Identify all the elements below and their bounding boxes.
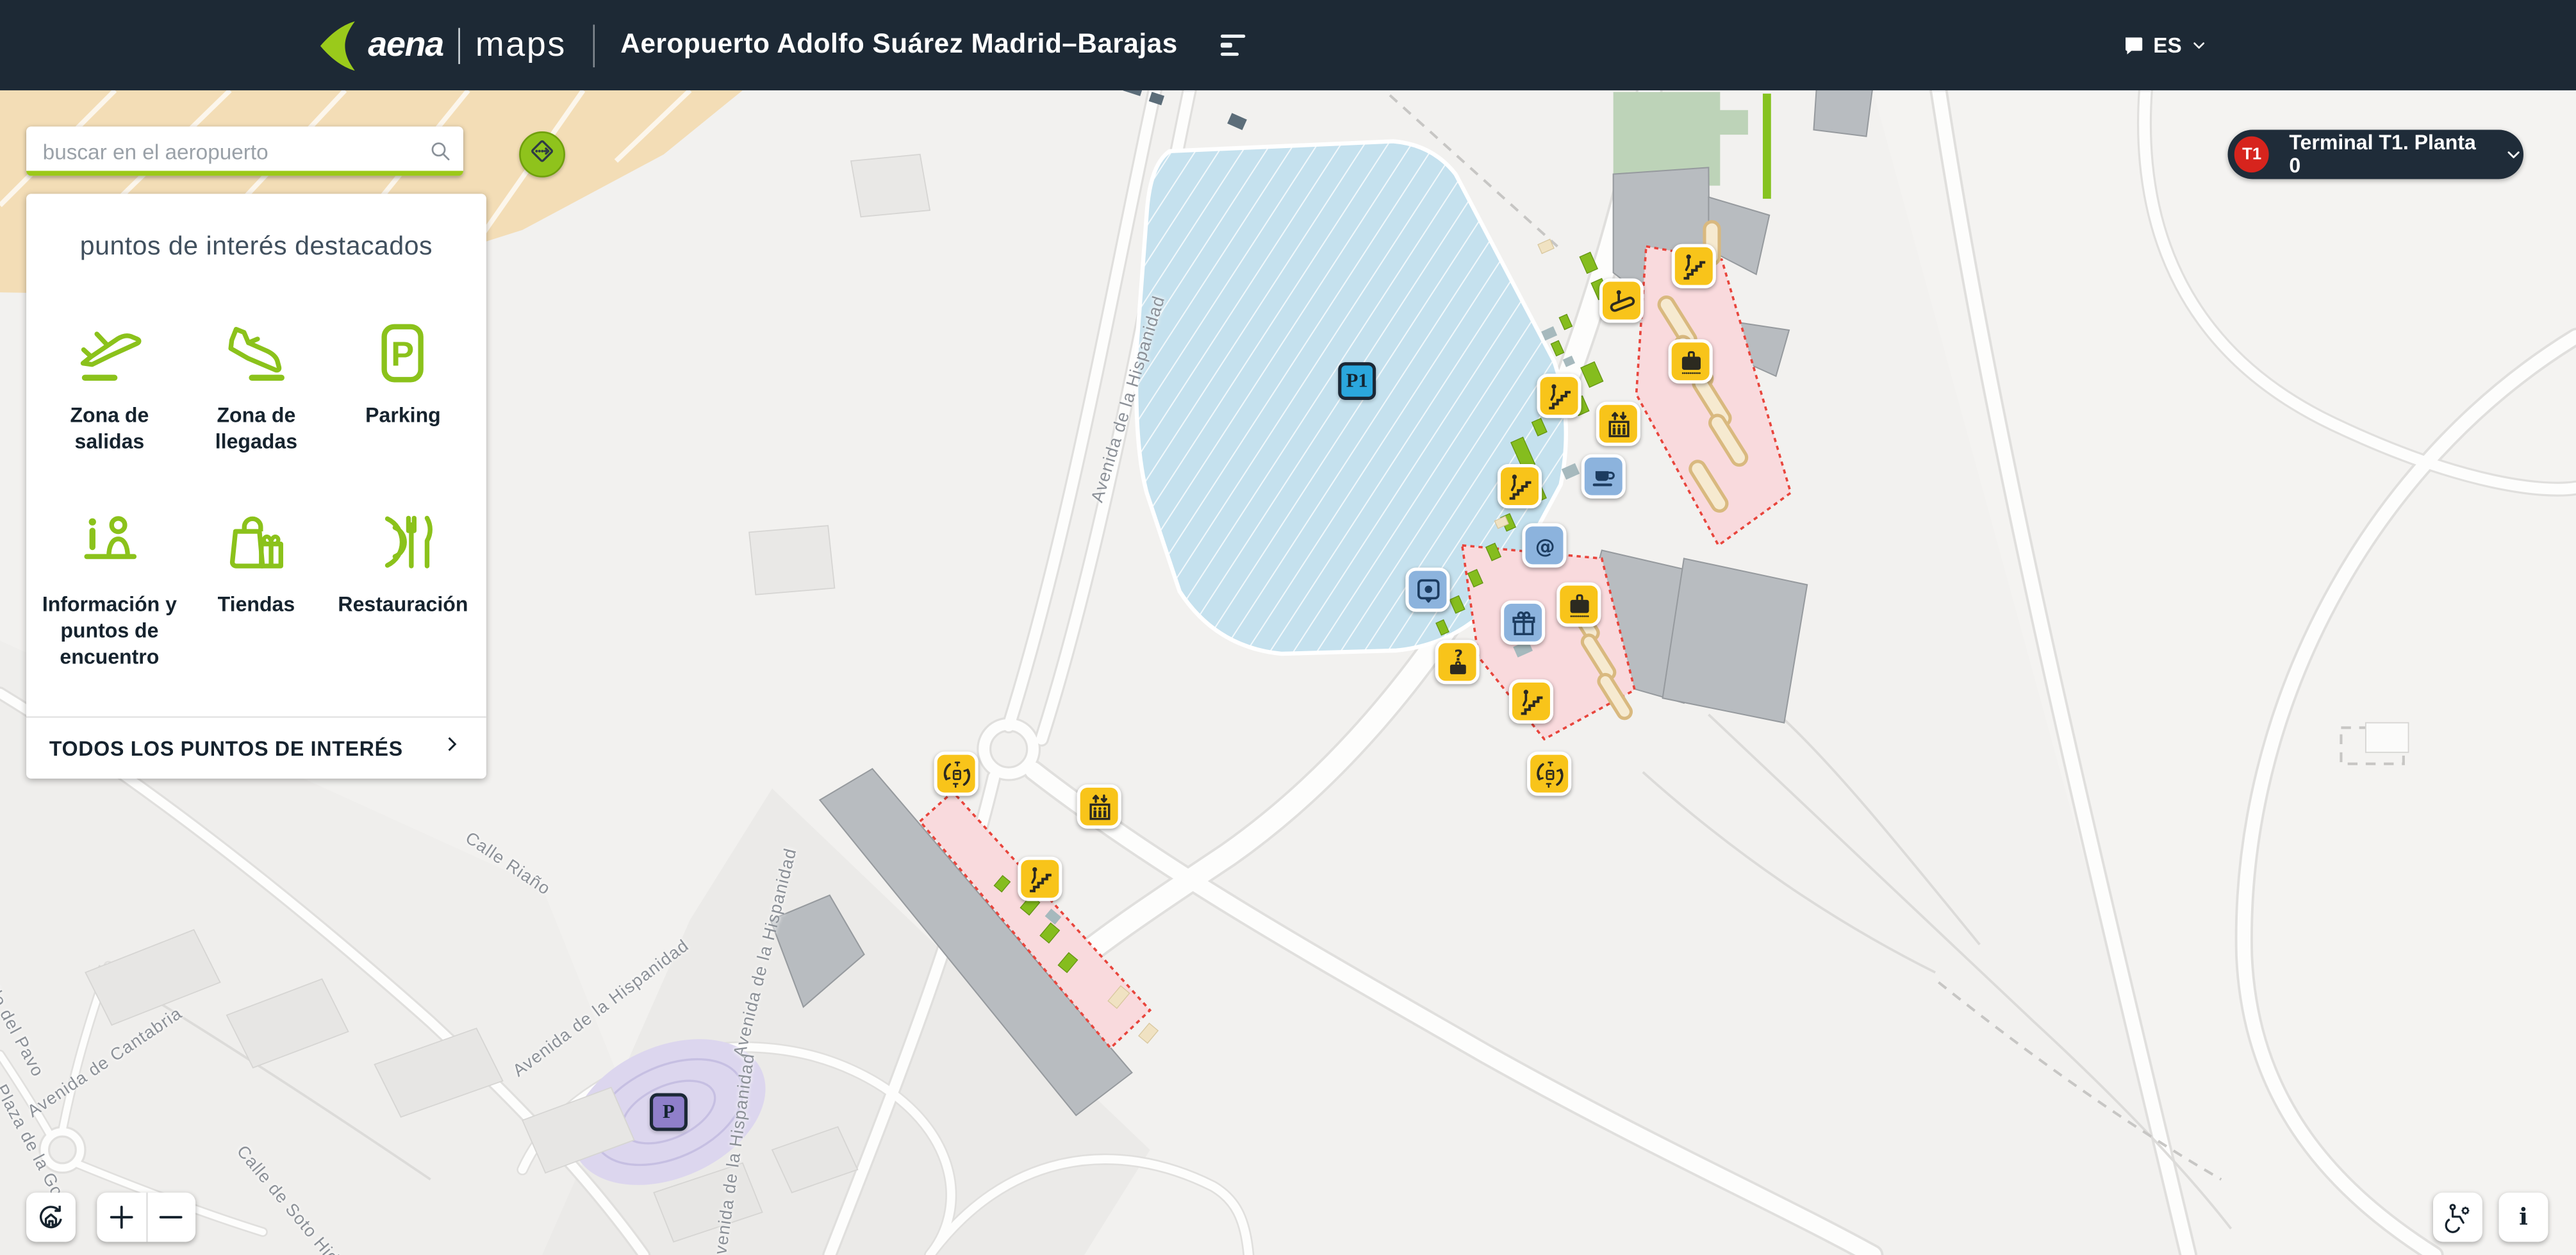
poi-panel: puntos de interés destacados Zona de sal… <box>26 194 486 779</box>
map-marker-baggage-icon[interactable] <box>1556 582 1601 627</box>
home-reset-icon <box>35 1201 67 1233</box>
svg-text:i: i <box>2519 1203 2528 1231</box>
map-marker-elevator-icon[interactable] <box>1077 784 1121 829</box>
all-poi-link[interactable]: TODOS LOS PUNTOS DE INTERÉS <box>26 716 486 778</box>
poi-item-shops[interactable]: Tiendas <box>183 504 329 670</box>
speech-bubble-icon <box>2125 37 2142 54</box>
map-marker-elevator-icon[interactable] <box>1596 401 1640 446</box>
language-selector[interactable]: ES <box>2120 0 2208 90</box>
map-marker-escalator-icon[interactable] <box>1599 278 1644 323</box>
info-icon: i <box>2507 1201 2539 1233</box>
map-marker-stairs-icon[interactable] <box>1497 463 1542 509</box>
reset-view-button[interactable] <box>26 1192 76 1242</box>
plane-departure-icon <box>72 315 147 391</box>
poi-item-restaurants[interactable]: Restauración <box>329 504 476 670</box>
accessibility-button[interactable] <box>2432 1192 2482 1242</box>
map-marker-stairs-icon[interactable] <box>1018 856 1062 901</box>
brand-divider <box>458 27 461 63</box>
zoom-control <box>97 1192 196 1242</box>
aena-maps-logo[interactable]: aena maps <box>318 19 566 71</box>
map-marker-shuttle-icon[interactable] <box>1527 751 1572 796</box>
plus-icon <box>104 1201 137 1233</box>
language-code: ES <box>2153 33 2182 58</box>
aena-arrow-icon <box>320 21 355 70</box>
info-person-icon <box>72 504 147 580</box>
parking-badge-p1[interactable]: P1 <box>1338 362 1376 401</box>
map-marker-baggage-icon[interactable] <box>1668 339 1713 384</box>
airport-title: Aeropuerto Adolfo Suárez Madrid–Barajas <box>620 29 1178 60</box>
map-marker-shops-icon[interactable] <box>1501 600 1546 645</box>
route-icon <box>524 132 560 176</box>
poi-item-departures[interactable]: Zona de salidas <box>36 315 183 455</box>
map-marker-cafe-icon[interactable] <box>1581 454 1626 499</box>
map-marker-stairs-icon[interactable] <box>1508 679 1554 724</box>
title-divider <box>592 24 595 67</box>
search-underline <box>26 170 463 176</box>
shopping-icon <box>219 504 294 580</box>
floor-selector[interactable]: T1 Terminal T1. Planta 0 <box>2227 129 2523 179</box>
brand-maps: maps <box>475 25 566 63</box>
poi-grid: Zona de salidas Zona de llegadas P Parki… <box>26 315 486 670</box>
map-marker-internet-icon[interactable]: @ <box>1522 523 1567 568</box>
search-box <box>26 126 463 176</box>
terminal-badge: T1 <box>2234 136 2270 173</box>
info-button[interactable]: i <box>2498 1192 2548 1242</box>
brand-aena: aena <box>368 25 444 63</box>
plane-arrival-icon <box>219 315 294 391</box>
minus-icon <box>155 1201 188 1233</box>
search-icon <box>427 138 454 164</box>
poi-item-information[interactable]: Información y puntos de encuentro <box>36 504 183 670</box>
parking-icon: P <box>365 315 441 391</box>
map-marker-lost-found-icon[interactable]: ? <box>1435 640 1480 685</box>
map-marker-stairs-icon[interactable] <box>1537 374 1581 419</box>
map-marker-meeting-point-icon[interactable] <box>1405 567 1450 612</box>
zoom-in-button[interactable] <box>97 1192 147 1242</box>
parking-badge-p[interactable]: P <box>649 1093 688 1131</box>
map-marker-stairs-icon[interactable] <box>1671 244 1716 288</box>
map-marker-shuttle-icon[interactable] <box>934 751 978 796</box>
poi-item-parking[interactable]: P Parking <box>329 315 476 455</box>
svg-text:P: P <box>392 335 415 374</box>
poi-panel-title: puntos de interés destacados <box>79 233 433 262</box>
svg-text:@: @ <box>1534 535 1554 558</box>
chevron-down-icon <box>2504 145 2523 165</box>
chevron-right-icon <box>440 733 463 764</box>
chevron-down-icon <box>2193 42 2204 49</box>
floor-label: Terminal T1. Planta 0 <box>2289 131 2476 178</box>
aena-maps-app: Avenida de la Hispanidad Avenida de la Hi… <box>0 0 2576 1255</box>
menu-button[interactable] <box>1220 34 1245 56</box>
zoom-out-button[interactable] <box>147 1193 195 1242</box>
wheelchair-gear-icon <box>2441 1201 2474 1233</box>
restaurant-icon <box>365 504 441 580</box>
route-button[interactable] <box>519 131 565 178</box>
top-bar: aena maps Aeropuerto Adolfo Suárez Madri… <box>0 0 2576 90</box>
search-input[interactable] <box>26 126 463 176</box>
poi-item-arrivals[interactable]: Zona de llegadas <box>183 315 329 455</box>
